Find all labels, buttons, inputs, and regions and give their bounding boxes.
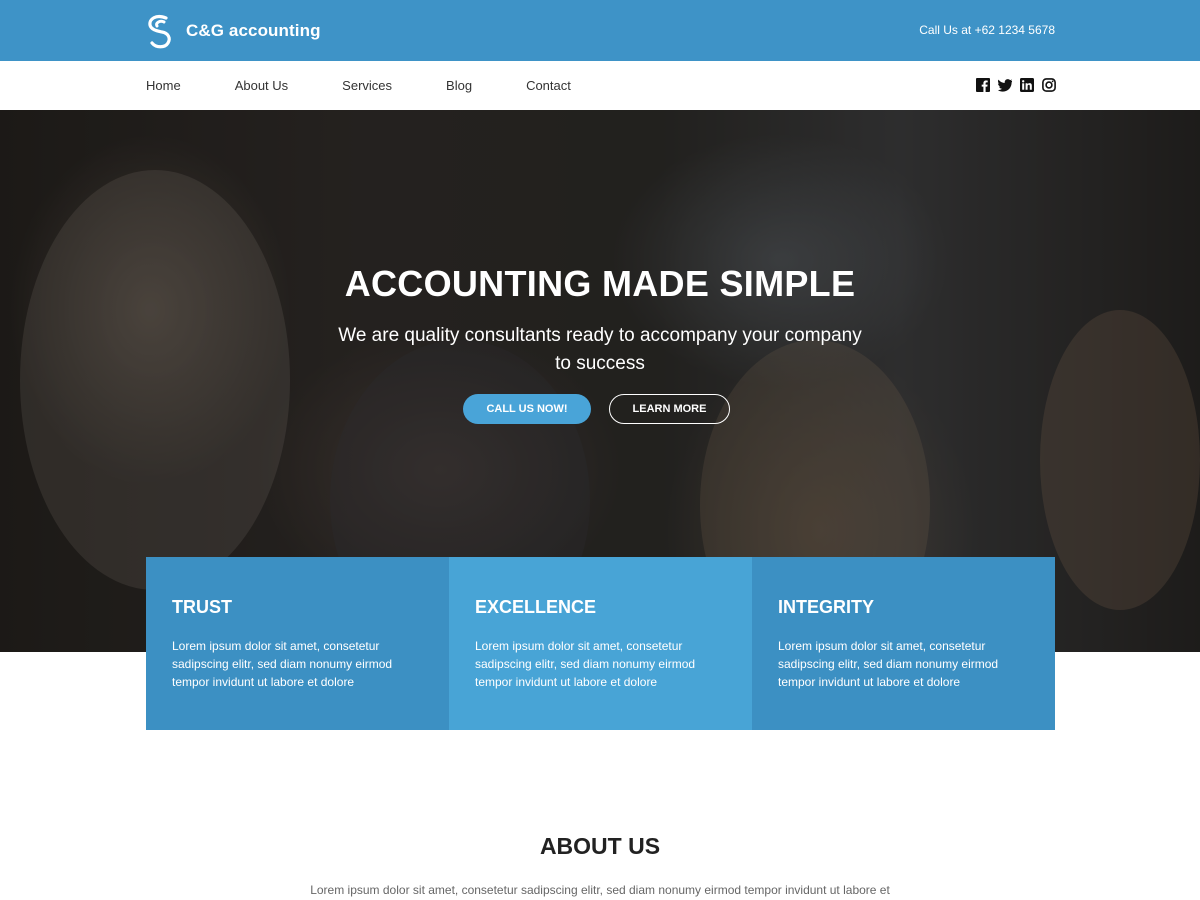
brand-logo-icon [148,14,171,49]
nav-item-about-us[interactable]: About Us [235,78,288,93]
feature-text: Lorem ipsum dolor sit amet, consetetur s… [475,639,696,689]
feature-card-trust: TRUST Lorem ipsum dolor sit amet, conset… [146,557,449,730]
feature-card-integrity: INTEGRITY Lorem ipsum dolor sit amet, co… [752,557,1055,730]
linkedin-icon[interactable] [1020,78,1034,92]
feature-cards: TRUST Lorem ipsum dolor sit amet, conset… [146,557,1055,730]
instagram-icon[interactable] [1042,78,1056,92]
top-bar: C&G accounting Call Us at +62 1234 5678 [0,0,1200,61]
nav-item-home[interactable]: Home [146,78,181,93]
learn-more-button[interactable]: LEARN MORE [609,394,730,424]
nav-item-blog[interactable]: Blog [446,78,472,93]
brand-name: C&G accounting [186,21,321,40]
call-us-now-button[interactable]: CALL US NOW! [463,394,591,424]
nav-item-contact[interactable]: Contact [526,78,571,93]
facebook-icon[interactable] [976,78,990,92]
about-us-heading: ABOUT US [539,833,661,859]
twitter-icon[interactable] [998,78,1012,92]
social-links [976,78,1056,92]
nav-item-services[interactable]: Services [342,78,392,93]
about-us-text: Lorem ipsum dolor sit amet, consetetur s… [310,883,890,897]
feature-card-excellence: EXCELLENCE Lorem ipsum dolor sit amet, c… [449,557,752,730]
feature-title: TRUST [172,597,232,617]
nav-menu: Home About Us Services Blog Contact [146,61,625,110]
hero-title: ACCOUNTING MADE SIMPLE [344,263,856,304]
feature-title: INTEGRITY [778,597,875,617]
hero-subtitle: We are quality consultants ready to acco… [338,325,862,374]
call-us-text: Call Us at +62 1234 5678 [919,23,1055,37]
feature-title: EXCELLENCE [475,597,597,617]
brand[interactable]: C&G accounting [146,13,321,49]
feature-text: Lorem ipsum dolor sit amet, consetetur s… [778,639,999,689]
nav-bar: Home About Us Services Blog Contact [0,61,1200,110]
feature-text: Lorem ipsum dolor sit amet, consetetur s… [172,639,393,689]
